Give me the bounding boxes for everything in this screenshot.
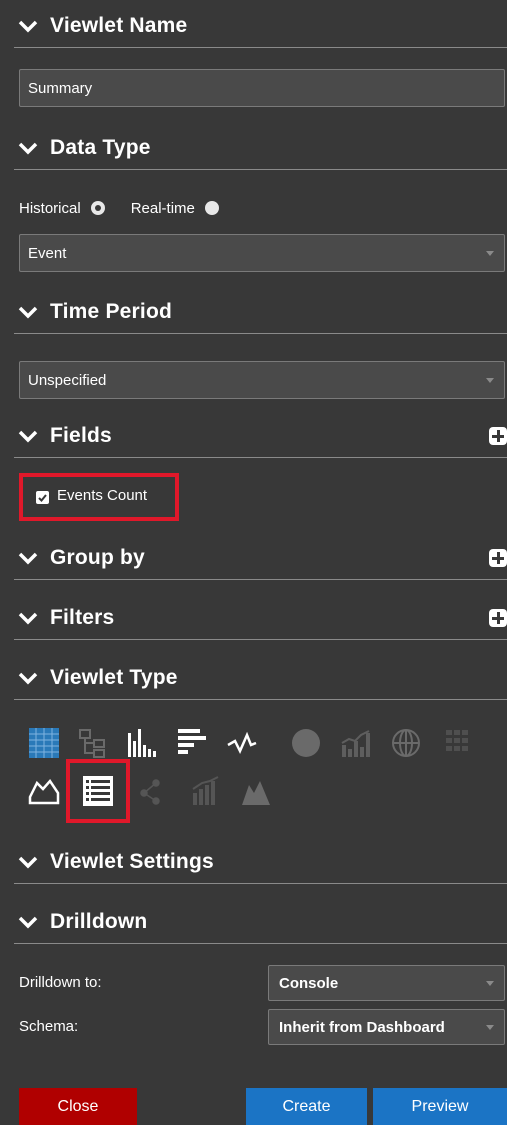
section-title: Viewlet Name xyxy=(50,13,188,37)
section-title: Drilldown xyxy=(50,909,148,933)
events-count-highlight[interactable]: Events Count xyxy=(19,473,179,521)
schema-value: Inherit from Dashboard xyxy=(279,1018,445,1036)
chevron-down-icon xyxy=(18,305,38,319)
section-viewlet-type[interactable]: Viewlet Type xyxy=(14,656,507,700)
section-title: Viewlet Settings xyxy=(50,849,214,873)
line-chart-icon[interactable] xyxy=(226,727,258,759)
section-viewlet-name[interactable]: Viewlet Name xyxy=(14,4,507,48)
add-filter-icon[interactable] xyxy=(489,609,507,627)
mountain-icon[interactable] xyxy=(240,775,272,807)
combo-chart-icon[interactable] xyxy=(339,727,371,759)
drilldown-to-label: Drilldown to: xyxy=(19,974,102,991)
section-title: Filters xyxy=(50,605,115,629)
grid-icon[interactable] xyxy=(443,727,475,759)
section-title: Fields xyxy=(50,423,112,447)
viewlet-name-input[interactable]: Summary xyxy=(19,69,505,107)
viewlet-editor-panel: Viewlet Name Summary Data Type Historica… xyxy=(0,0,507,1125)
drilldown-to-value: Console xyxy=(279,974,339,992)
schema-select[interactable]: Inherit from Dashboard xyxy=(268,1009,505,1045)
list-icon[interactable] xyxy=(82,775,114,807)
area-chart-icon[interactable] xyxy=(28,775,60,807)
stacked-bar-icon[interactable] xyxy=(190,775,222,807)
events-count-checkbox[interactable] xyxy=(36,491,49,504)
section-title: Viewlet Type xyxy=(50,665,178,689)
scatter-icon[interactable] xyxy=(138,775,170,807)
dropdown-caret-icon xyxy=(486,251,494,256)
events-count-label: Events Count xyxy=(57,487,148,504)
dropdown-caret-icon xyxy=(486,1025,494,1030)
bar-chart-icon[interactable] xyxy=(125,727,157,759)
create-button[interactable]: Create xyxy=(246,1088,367,1125)
data-type-radio-group: Historical Real-time xyxy=(19,196,245,220)
section-data-type[interactable]: Data Type xyxy=(14,126,507,170)
time-period-select[interactable]: Unspecified xyxy=(19,361,505,399)
section-title: Time Period xyxy=(50,299,173,323)
realtime-label: Real-time xyxy=(130,199,195,217)
realtime-radio[interactable] xyxy=(204,201,219,215)
table-icon[interactable] xyxy=(28,727,60,759)
globe-icon[interactable] xyxy=(390,727,422,759)
preview-button[interactable]: Preview xyxy=(373,1088,507,1125)
chevron-down-icon xyxy=(18,141,38,155)
historical-radio[interactable] xyxy=(90,201,105,215)
section-filters[interactable]: Filters xyxy=(14,596,507,640)
chevron-down-icon xyxy=(18,671,38,685)
chevron-down-icon xyxy=(18,915,38,929)
dropdown-caret-icon xyxy=(486,981,494,986)
dropdown-caret-icon xyxy=(486,378,494,383)
chevron-down-icon xyxy=(18,611,38,625)
time-period-select-value: Unspecified xyxy=(28,371,107,389)
section-time-period[interactable]: Time Period xyxy=(14,290,507,334)
section-viewlet-settings[interactable]: Viewlet Settings xyxy=(14,840,507,884)
chevron-down-icon xyxy=(18,855,38,869)
horizontal-bar-icon[interactable] xyxy=(176,727,208,759)
historical-label: Historical xyxy=(19,199,81,217)
section-drilldown[interactable]: Drilldown xyxy=(14,900,507,944)
section-group-by[interactable]: Group by xyxy=(14,536,507,580)
drilldown-to-select[interactable]: Console xyxy=(268,965,505,1001)
tree-icon[interactable] xyxy=(77,727,109,759)
chevron-down-icon xyxy=(18,429,38,443)
data-type-select[interactable]: Event xyxy=(19,234,505,272)
add-field-icon[interactable] xyxy=(489,427,507,445)
section-fields[interactable]: Fields xyxy=(14,414,507,458)
chevron-down-icon xyxy=(18,19,38,33)
schema-label: Schema: xyxy=(19,1018,79,1035)
close-button[interactable]: Close xyxy=(19,1088,137,1125)
section-title: Group by xyxy=(50,545,145,569)
pie-chart-icon[interactable] xyxy=(290,727,322,759)
chevron-down-icon xyxy=(18,551,38,565)
data-type-select-value: Event xyxy=(28,244,67,262)
section-title: Data Type xyxy=(50,135,151,159)
add-group-by-icon[interactable] xyxy=(489,549,507,567)
